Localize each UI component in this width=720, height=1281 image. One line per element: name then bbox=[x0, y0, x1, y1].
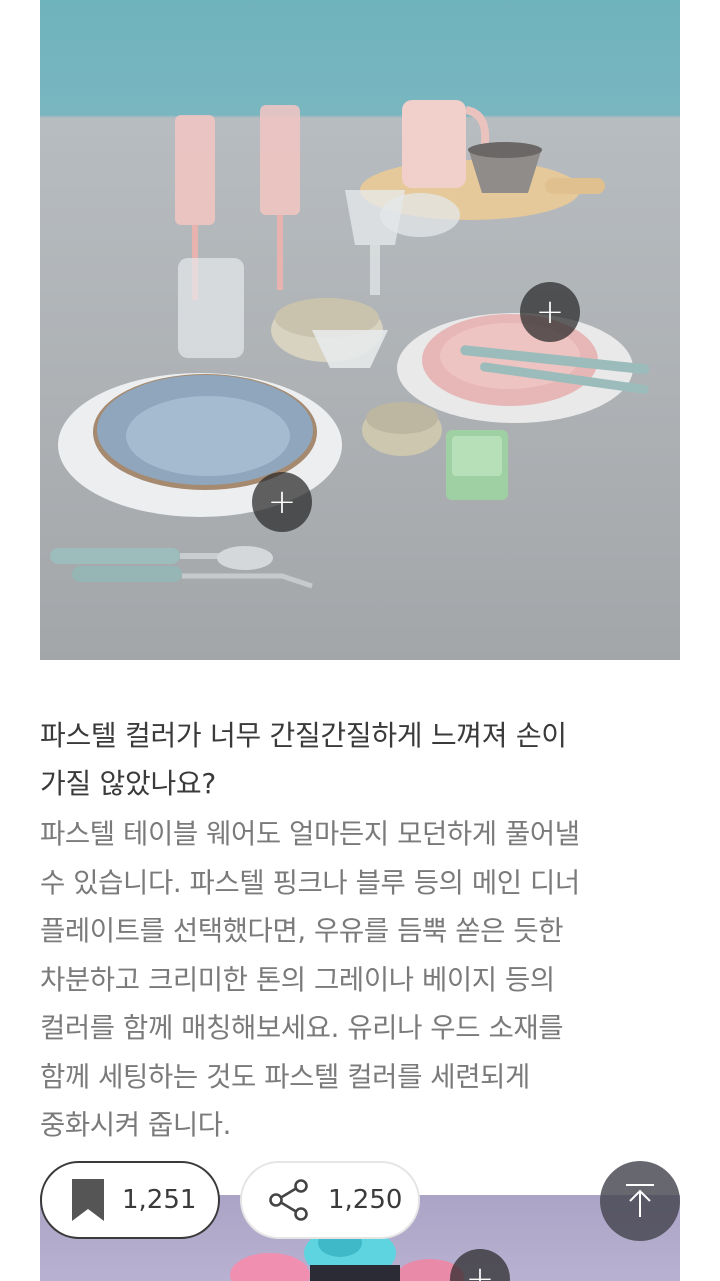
article-body-line: 플레이트를 선택했다면, 우유를 듬뿍 쏟은 듯한 bbox=[40, 915, 564, 947]
product-hotspot-button[interactable]: + bbox=[252, 472, 312, 532]
article-body-line: 중화시켜 줍니다. bbox=[40, 1109, 231, 1141]
article-body-line: 함께 세팅하는 것도 파스텔 컬러를 세련되게 bbox=[40, 1060, 530, 1093]
article-body-line: 수 있습니다. 파스텔 핑크나 블루 등의 메인 디너 bbox=[40, 866, 580, 899]
scroll-top-button[interactable] bbox=[600, 1161, 680, 1241]
bookmark-icon bbox=[72, 1179, 104, 1221]
share-count: 1,250 bbox=[328, 1185, 403, 1215]
article-title-line: 가질 않았나요? bbox=[40, 767, 216, 800]
article-body-line: 차분하고 크리미한 톤의 그레이나 베이지 등의 bbox=[40, 963, 555, 996]
plus-icon: + bbox=[535, 292, 565, 332]
share-button[interactable]: 1,250 bbox=[240, 1161, 420, 1239]
article-body: 파스텔 테이블 웨어도 얼마든지 모던하게 풀어낼 수 있습니다. 파스텔 핑크… bbox=[40, 810, 680, 1150]
hero-image: + + bbox=[40, 0, 680, 660]
tableware-illustration bbox=[50, 100, 650, 589]
article-title: 파스텔 컬러가 너무 간질간질하게 느껴져 손이 가질 않았나요? bbox=[40, 712, 680, 808]
share-icon bbox=[269, 1179, 308, 1221]
article-title-line: 파스텔 컬러가 너무 간질간질하게 느껴져 손이 bbox=[40, 719, 567, 752]
bookmark-button[interactable]: 1,251 bbox=[40, 1161, 220, 1239]
bookmark-count: 1,251 bbox=[122, 1185, 197, 1215]
product-hotspot-button[interactable]: + bbox=[520, 282, 580, 342]
plus-icon: + bbox=[267, 482, 297, 522]
article-body-line: 컬러를 함께 매칭해보세요. 유리나 우드 소재를 bbox=[40, 1012, 564, 1044]
arrow-up-icon bbox=[626, 1184, 654, 1217]
plus-icon: + bbox=[465, 1259, 495, 1281]
article-body-line: 파스텔 테이블 웨어도 얼마든지 모던하게 풀어낼 bbox=[40, 818, 580, 850]
